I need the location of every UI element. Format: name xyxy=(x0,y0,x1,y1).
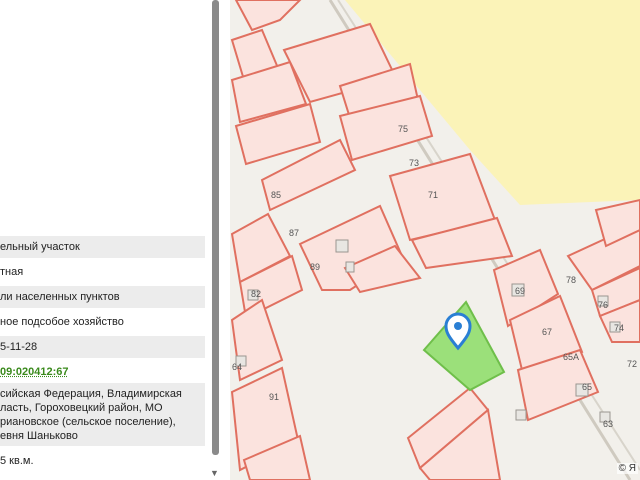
plot-label: 65 xyxy=(582,382,592,392)
map-canvas[interactable]: 75 73 71 85 87 89 82 69 78 76 74 72 67 6… xyxy=(230,0,640,480)
plot-label: 89 xyxy=(310,262,320,272)
detail-row-category: ли населенных пунктов xyxy=(0,286,205,308)
detail-row-cadastral: 09:020412:67 xyxy=(0,361,205,383)
detail-row-usage: ное подсобое хозяйство xyxy=(0,311,205,333)
plot-label: 91 xyxy=(269,392,279,402)
scroll-down-arrow-icon[interactable]: ▼ xyxy=(210,468,219,478)
detail-category: ли населенных пунктов xyxy=(0,291,120,303)
detail-type: ельный участок xyxy=(0,241,80,253)
plot-label: 74 xyxy=(614,323,624,333)
building xyxy=(515,409,527,421)
plot-label: 82 xyxy=(251,289,261,299)
detail-area: 5 кв.м. xyxy=(0,455,34,467)
map-attribution[interactable]: © Я xyxy=(616,463,638,474)
detail-row-ownership: тная xyxy=(0,261,205,283)
cadastral-number-link[interactable]: 09:020412:67 xyxy=(0,365,205,379)
detail-row-date: 5-11-28 xyxy=(0,336,205,358)
plot-label: 69 xyxy=(515,286,525,296)
detail-date: 5-11-28 xyxy=(0,341,38,353)
plot-label: 63 xyxy=(603,419,613,429)
detail-usage: ное подсобое хозяйство xyxy=(0,316,124,328)
plot-label: 73 xyxy=(409,158,419,168)
plot-label: 78 xyxy=(566,275,576,285)
plot-label: 67 xyxy=(542,327,552,337)
building xyxy=(345,261,355,273)
plot-label: 71 xyxy=(428,190,438,200)
plot-label: 64 xyxy=(232,362,242,372)
detail-address: сийская Федерация, Владимирская ласть, Г… xyxy=(0,388,182,442)
detail-row-type: ельный участок xyxy=(0,236,205,258)
detail-row-area: 5 кв.м. xyxy=(0,452,205,474)
detail-row-address: сийская Федерация, Владимирская ласть, Г… xyxy=(0,383,205,446)
detail-ownership: тная xyxy=(0,266,24,278)
details-panel: ельный участок тная ли населенных пункто… xyxy=(0,0,210,480)
building xyxy=(335,239,349,253)
plot-label: 72 xyxy=(627,359,637,369)
plot-label: 75 xyxy=(398,124,408,134)
plot-label: 65А xyxy=(563,352,579,362)
cadastral-map[interactable]: 75 73 71 85 87 89 82 69 78 76 74 72 67 6… xyxy=(230,0,640,480)
plot-label: 85 xyxy=(271,190,281,200)
parcel[interactable] xyxy=(234,0,302,32)
scrollbar-thumb[interactable] xyxy=(212,0,219,455)
plot-label: 87 xyxy=(289,228,299,238)
plot-label: 76 xyxy=(598,300,608,310)
